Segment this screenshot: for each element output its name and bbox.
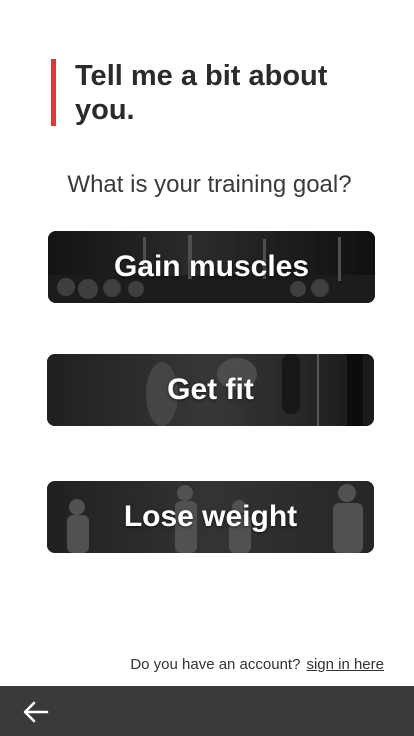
goal-card-lose-weight[interactable]: Lose weight [47,481,374,553]
page-title-line-2: you. [75,94,135,126]
page-title: Tell me a bit about you. [75,59,327,127]
goal-card-gain-muscles[interactable]: Gain muscles [48,231,375,303]
back-button[interactable] [20,698,52,726]
account-prompt-row: Do you have an account? sign in here [0,656,384,673]
bottom-navigation-bar [0,686,414,736]
goal-label: Get fit [167,373,254,406]
page-heading: Tell me a bit about you. [51,59,371,127]
goal-card-get-fit[interactable]: Get fit [47,354,374,426]
account-prompt: Do you have an account? [130,656,301,673]
goal-label: Gain muscles [113,250,310,283]
screen: Tell me a bit about you. What is your tr… [0,0,414,736]
sign-in-link[interactable]: sign in here [306,656,384,673]
page-title-line-1: Tell me a bit about [75,60,328,92]
goal-question: What is your training goal? [67,171,352,198]
arrow-left-icon [23,701,49,723]
accent-bar [51,59,56,126]
goal-label: Lose weight [123,500,298,533]
